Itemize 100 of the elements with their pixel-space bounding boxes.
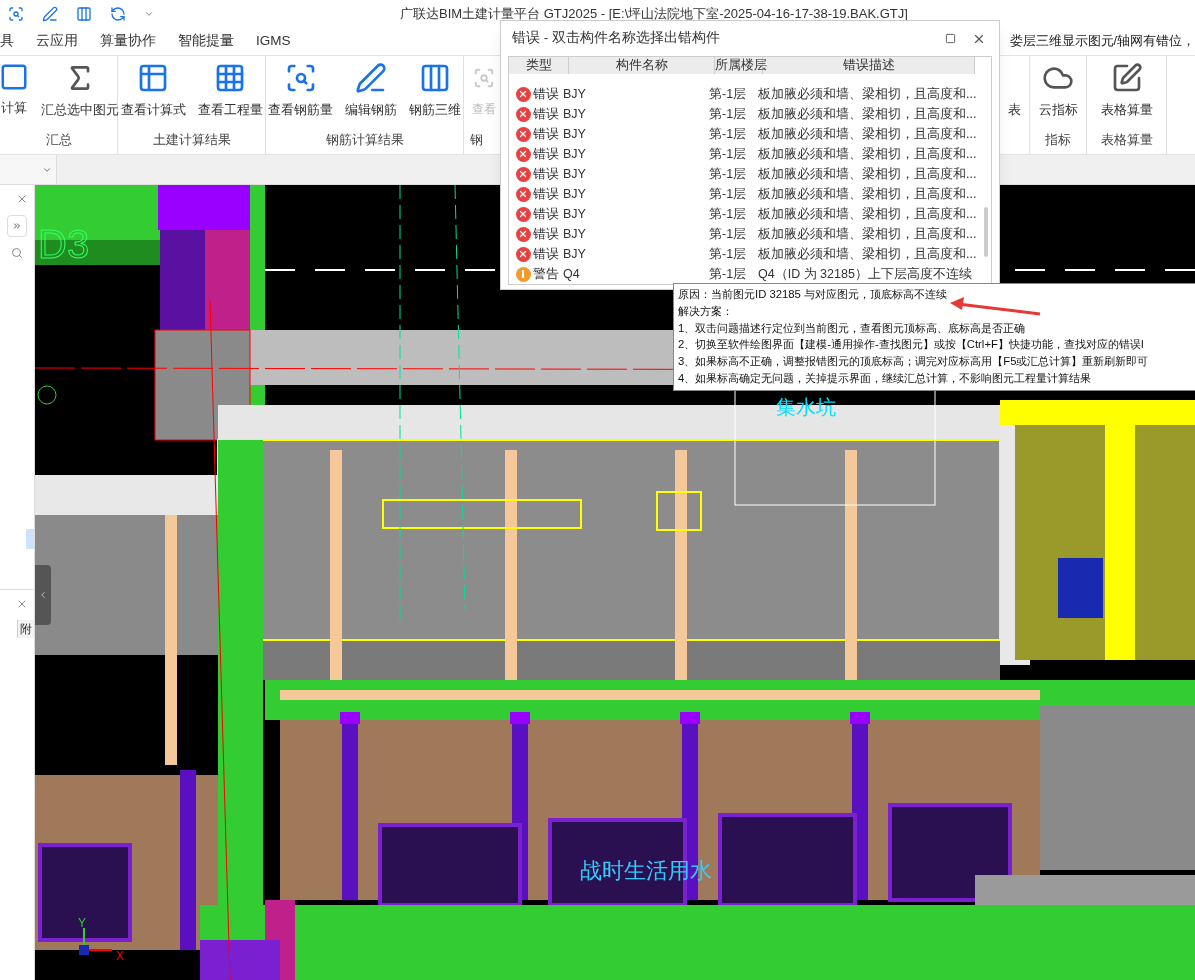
error-icon [515,126,531,142]
error-row[interactable]: 错误 BJY 第-1层 板加腋必须和墙、梁相切，且高度和... [509,224,991,245]
error-row[interactable]: 错误 BJY 第-1层 板加腋必须和墙、梁相切，且高度和... [509,244,991,265]
error-description: 板加腋必须和墙、梁相切，且高度和... [758,165,977,183]
error-description: 板加腋必须和墙、梁相切，且高度和... [758,105,977,123]
error-icon [515,166,531,182]
error-icon [515,226,531,242]
ribbon-button[interactable]: 汇总选中图元 [38,62,121,130]
ribbon-group-label: 钢筋计算结果 [325,131,404,149]
component-name: BJY [563,185,587,203]
column-header: 附 [17,620,34,638]
type-text: 错误 [533,145,560,163]
component-name: BJY [563,165,587,183]
error-description: 板加腋必须和墙、梁相切，且高度和... [758,125,977,143]
type-text: 错误 [533,85,560,103]
ribbon-group-label: 钢 [470,131,483,149]
error-icon [515,246,531,262]
component-name: BJY [563,245,587,263]
chevron-left-icon [38,590,48,600]
tooltip-line: 解决方案： [678,303,733,319]
tooltip-line: 2、切换至软件绘图界面【建模-通用操作-查找图元】或按【Ctrl+F】快捷功能，查找对应的错误I [678,337,1144,353]
ribbon-button[interactable]: 编辑钢筋 [343,62,399,130]
type-text: 错误 [533,125,560,143]
component-name: BJY [563,85,587,103]
window-title: 广联达BIM土建计量平台 GTJ2025 - [E:\坪山法院地下室-2025-04-16-17-38-19.BAK.GTJ] [400,5,908,24]
error-description: Q4（ID 为 32185）上下层高度不连续 [758,265,972,283]
type-text: 警告 [533,265,560,283]
floor-text: 第-1层 [709,225,748,243]
scrollbar[interactable] [984,207,988,258]
refresh-icon[interactable] [110,6,126,22]
type-text: 错误 [533,165,560,183]
expand-button[interactable] [7,215,27,237]
menu-tab[interactable]: IGMS [256,31,291,52]
floor-text: 第-1层 [709,165,748,183]
axis-label: X [116,949,124,963]
floor-text: 第-1层 [709,125,748,143]
tooltip-line: 4、如果标高确定无问题，关掉提示界面，继续汇总计算，不影响图元工程量计算结果 [678,371,1092,386]
error-row[interactable]: 错误 BJY 第-1层 板加腋必须和墙、梁相切，且高度和... [509,124,991,145]
menu-tab[interactable]: 算量协作 [100,31,156,52]
caret-icon[interactable] [144,9,154,19]
component-name: BJY [563,145,587,163]
ribbon-group-label: 指标 [1045,131,1071,149]
error-icon [515,186,531,202]
axis-drawing [79,927,113,955]
floor-text: 第-1层 [709,145,748,163]
error-description: 板加腋必须和墙、梁相切，且高度和... [758,205,977,223]
component-name: BJY [563,105,587,123]
close-icon[interactable] [16,598,28,610]
error-row[interactable]: 警告 Q4 第-1层 Q4（ID 为 32185）上下层高度不连续 [509,264,991,285]
tooltip-line: 1、双击问题描述行定位到当前图元，查看图元顶标高、底标高是否正确 [678,320,1026,336]
ribbon-button[interactable]: 云指标 [1036,62,1080,130]
type-text: 错误 [533,245,560,263]
ribbon-group-label: 土建计算结果 [152,131,231,149]
error-row[interactable]: 错误 BJY 第-1层 板加腋必须和墙、梁相切，且高度和... [509,104,991,125]
type-text: 错误 [533,225,560,243]
error-row[interactable]: 错误 BJY 第-1层 板加腋必须和墙、梁相切，且高度和... [509,144,991,165]
error-icon [515,86,531,102]
type-text: 错误 [533,205,560,223]
ribbon-button[interactable]: 表格算量 [1098,62,1155,130]
collapse-handle[interactable] [35,565,51,625]
ribbon-button[interactable]: 钢筋三维 [407,62,463,130]
floor-text: 第-1层 [709,185,748,203]
floor-text: 第-1层 [709,245,748,263]
type-text: 错误 [533,105,560,123]
ribbon-button[interactable]: 查看计算式 [118,62,188,130]
floor-text: 第-1层 [709,205,748,223]
menu-tab[interactable]: 云应用 [36,31,78,52]
component-name: Q4 [563,265,581,283]
ribbon-button[interactable]: 计算 [0,62,31,130]
maximize-icon[interactable] [945,33,956,45]
dialog-title: 错误 - 双击构件名称选择出错构件 [512,29,720,48]
component-name: BJY [563,205,587,223]
ribbon-button[interactable]: 表 [996,62,1033,130]
type-text: 错误 [533,185,560,203]
ribbon-button[interactable]: 查看钢筋量 [266,62,335,130]
error-description: 板加腋必须和墙、梁相切，且高度和... [758,145,977,163]
error-icon [515,146,531,162]
search-icon[interactable] [11,247,23,259]
component-name: BJY [563,225,587,243]
floor-text: 第-1层 [709,85,748,103]
error-description: 板加腋必须和墙、梁相切，且高度和... [758,225,977,243]
pencil-icon [355,62,387,94]
menu-tab[interactable]: 智能提量 [178,31,234,52]
floor-text: 第-1层 [709,105,748,123]
column-header[interactable]: 构件名称 [569,57,715,75]
error-description: 板加腋必须和墙、梁相切，且高度和... [758,245,977,263]
ribbon-button[interactable]: 查看工程量 [195,62,265,130]
error-description: 板加腋必须和墙、梁相切，且高度和... [758,185,977,203]
close-icon[interactable] [16,193,28,205]
column-header[interactable]: 类型 [509,57,569,75]
pencil-icon[interactable] [42,6,58,22]
error-icon [515,206,531,222]
tooltip-line: 3、如果标高不正确，调整报错图元的顶底标高；调完对应标高用【F5或汇总计算】重新刷新即可 [678,354,1149,370]
axis-label: Y [78,916,86,930]
error-row[interactable]: 错误 BJY 第-1层 板加腋必须和墙、梁相切，且高度和... [509,204,991,225]
error-row[interactable]: 错误 BJY 第-1层 板加腋必须和墙、梁相切，且高度和... [509,84,991,105]
menu-tab[interactable]: 具 [0,31,14,52]
error-row[interactable]: 错误 BJY 第-1层 板加腋必须和墙、梁相切，且高度和... [509,184,991,205]
search-icon[interactable] [8,6,24,22]
error-row[interactable]: 错误 BJY 第-1层 板加腋必须和墙、梁相切，且高度和... [509,164,991,185]
